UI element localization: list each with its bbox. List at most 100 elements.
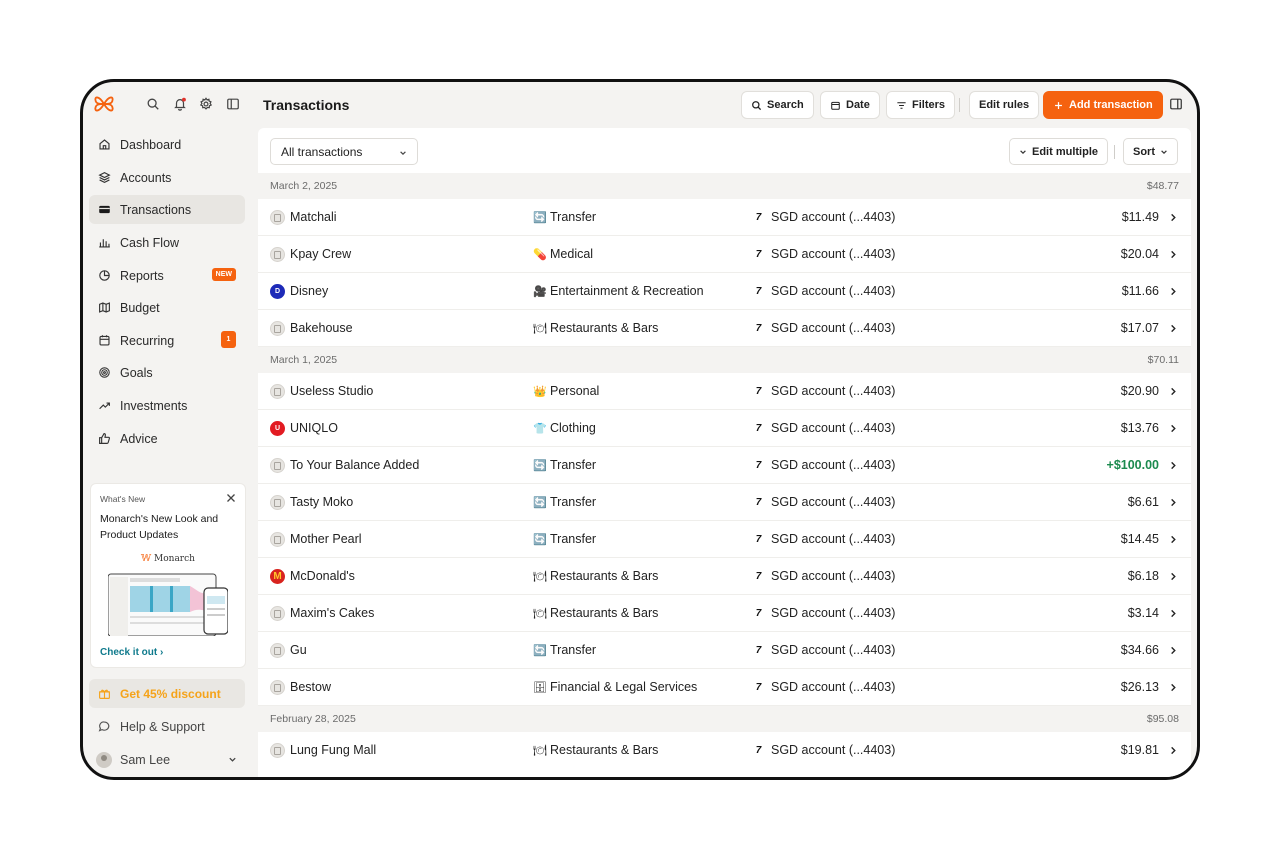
sidebar-item-reports[interactable]: Reports NEW [89, 261, 245, 290]
chevron-right-icon[interactable] [1169, 213, 1177, 222]
transaction-row[interactable]: Tasty Moko 🔄 Transfer 7 SGD account (...4403… [258, 484, 1191, 521]
sidebar-item-transactions[interactable]: Transactions [89, 195, 245, 224]
sort-button[interactable]: Sort [1123, 138, 1178, 165]
check-it-out-link[interactable]: Check it out › [100, 647, 163, 658]
close-icon[interactable] [226, 493, 236, 503]
transaction-row[interactable]: Gu 🔄 Transfer 7 SGD account (...4403) $34.66 [258, 632, 1191, 669]
account: 7 SGD account (...4403) [752, 532, 896, 546]
category-icon: 🍽 [533, 321, 547, 335]
search-icon [752, 100, 762, 110]
chevron-right-icon[interactable] [1169, 683, 1177, 692]
transaction-row[interactable]: Matchali 🔄 Transfer 7 SGD account (...4403) $… [258, 199, 1191, 236]
transactions-panel: All transactions Edit multiple Sort Marc… [258, 128, 1191, 777]
help-support-button[interactable]: Help & Support [89, 712, 245, 741]
sidebar-item-advice[interactable]: Advice [89, 424, 245, 453]
category-icon: 💊 [533, 247, 547, 261]
account: 7 SGD account (...4403) [752, 284, 896, 298]
transaction-row[interactable]: Kpay Crew 💊 Medical 7 SGD account (...4403) $… [258, 236, 1191, 273]
search-button[interactable]: Search [741, 91, 814, 119]
category[interactable]: 🔄 Transfer [533, 532, 596, 546]
sidebar-item-recurring[interactable]: Recurring 1 [89, 326, 245, 355]
account: 7 SGD account (...4403) [752, 569, 896, 583]
chevron-right-icon[interactable] [1169, 461, 1177, 470]
category[interactable]: 🍽 Restaurants & Bars [533, 569, 658, 583]
discount-button[interactable]: Get 45% discount [89, 679, 245, 708]
category[interactable]: 💊 Medical [533, 247, 593, 261]
transaction-amount: $13.76 [1120, 421, 1159, 435]
category[interactable]: 🗄 Financial & Legal Services [533, 680, 697, 694]
account-name: SGD account (...4403) [771, 743, 896, 757]
sidebar-toggle-icon[interactable] [226, 97, 240, 111]
category[interactable]: 🎥 Entertainment & Recreation [533, 284, 704, 298]
search-button-label: Search [767, 99, 804, 111]
transaction-amount: $26.13 [1120, 680, 1159, 694]
transaction-row[interactable]: D Disney 🎥 Entertainment & Recreation 7 SGD a… [258, 273, 1191, 310]
sidebar-item-dashboard[interactable]: Dashboard [89, 130, 245, 159]
transaction-row[interactable]: Mother Pearl 🔄 Transfer 7 SGD account (...44… [258, 521, 1191, 558]
transaction-row[interactable]: M McDonald's 🍽 Restaurants & Bars 7 SGD accou… [258, 558, 1191, 595]
filters-button[interactable]: Filters [886, 91, 956, 119]
wise-account-icon: 7 [755, 422, 762, 434]
edit-rules-button[interactable]: Edit rules [969, 91, 1040, 119]
merchant-name: Mother Pearl [290, 532, 362, 546]
chevron-right-icon[interactable] [1169, 250, 1177, 259]
sidebar-item-cash-flow[interactable]: Cash Flow [89, 228, 245, 257]
merchant-placeholder-icon [270, 532, 285, 547]
monarch-logo[interactable] [93, 93, 115, 115]
transaction-row[interactable]: Lung Fung Mall 🍽 Restaurants & Bars 7 SGD ac… [258, 732, 1191, 769]
chevron-right-icon[interactable] [1169, 424, 1177, 433]
category[interactable]: 👑 Personal [533, 384, 599, 398]
edit-multiple-button[interactable]: Edit multiple [1009, 138, 1108, 165]
transaction-row[interactable]: U UNIQLO 👕 Clothing 7 SGD account (...4403) $1… [258, 410, 1191, 447]
transaction-row[interactable]: To Your Balance Added 🔄 Transfer 7 SGD accou… [258, 447, 1191, 484]
merchant-name: Tasty Moko [290, 495, 354, 509]
transactions-view-select[interactable]: All transactions [270, 138, 418, 165]
chevron-right-icon[interactable] [1169, 535, 1177, 544]
sidebar-item-label: Investments [120, 398, 188, 413]
merchant-placeholder-icon [270, 643, 285, 658]
uniqlo-logo-icon: U [270, 421, 285, 436]
category[interactable]: 👕 Clothing [533, 421, 596, 435]
account-name: SGD account (...4403) [771, 680, 896, 694]
search-icon[interactable] [146, 97, 160, 111]
user-menu[interactable]: Sam Lee [89, 745, 245, 774]
chevron-right-icon[interactable] [1169, 572, 1177, 581]
date-button[interactable]: Date [820, 91, 880, 119]
chevron-right-icon[interactable] [1169, 387, 1177, 396]
category[interactable]: 🍽 Restaurants & Bars [533, 321, 658, 335]
panel-toggle-icon[interactable] [1169, 97, 1183, 111]
category[interactable]: 🔄 Transfer [533, 643, 596, 657]
sidebar-item-budget[interactable]: Budget [89, 293, 245, 322]
category[interactable]: 🍽 Restaurants & Bars [533, 606, 658, 620]
chevron-right-icon[interactable] [1169, 609, 1177, 618]
app-window: Transactions Search Date Filters Edit ru… [80, 79, 1200, 780]
category[interactable]: 🔄 Transfer [533, 458, 596, 472]
merchant-name: Bakehouse [290, 321, 353, 335]
category[interactable]: 🔄 Transfer [533, 495, 596, 509]
transaction-row[interactable]: Useless Studio 👑 Personal 7 SGD account (...… [258, 373, 1191, 410]
chevron-right-icon[interactable] [1169, 746, 1177, 755]
category[interactable]: 🔄 Transfer [533, 210, 596, 224]
chevron-down-icon [400, 151, 406, 156]
chevron-right-icon[interactable] [1169, 324, 1177, 333]
edit-rules-label: Edit rules [979, 99, 1030, 111]
sidebar-item-investments[interactable]: Investments [89, 391, 245, 420]
category[interactable]: 🍽 Restaurants & Bars [533, 743, 658, 757]
transaction-row[interactable]: Bakehouse 🍽 Restaurants & Bars 7 SGD account… [258, 310, 1191, 347]
gear-icon[interactable] [199, 97, 213, 111]
add-transaction-button[interactable]: Add transaction [1043, 91, 1163, 119]
account-name: SGD account (...4403) [771, 210, 896, 224]
chevron-right-icon[interactable] [1169, 498, 1177, 507]
sidebar-item-accounts[interactable]: Accounts [89, 163, 245, 192]
chevron-right-icon[interactable] [1169, 287, 1177, 296]
chevron-right-icon[interactable] [1169, 646, 1177, 655]
wise-account-icon: 7 [755, 533, 762, 545]
transaction-row[interactable]: Bestow 🗄 Financial & Legal Services 7 SGD ac… [258, 669, 1191, 706]
home-icon [99, 139, 110, 150]
bell-icon[interactable] [173, 97, 187, 111]
sidebar-item-label: Transactions [120, 202, 192, 217]
category-icon: 🍽 [533, 606, 547, 620]
category-label: Restaurants & Bars [550, 321, 659, 335]
transaction-row[interactable]: Maxim's Cakes 🍽 Restaurants & Bars 7 SGD acc… [258, 595, 1191, 632]
sidebar-item-goals[interactable]: Goals [89, 358, 245, 387]
